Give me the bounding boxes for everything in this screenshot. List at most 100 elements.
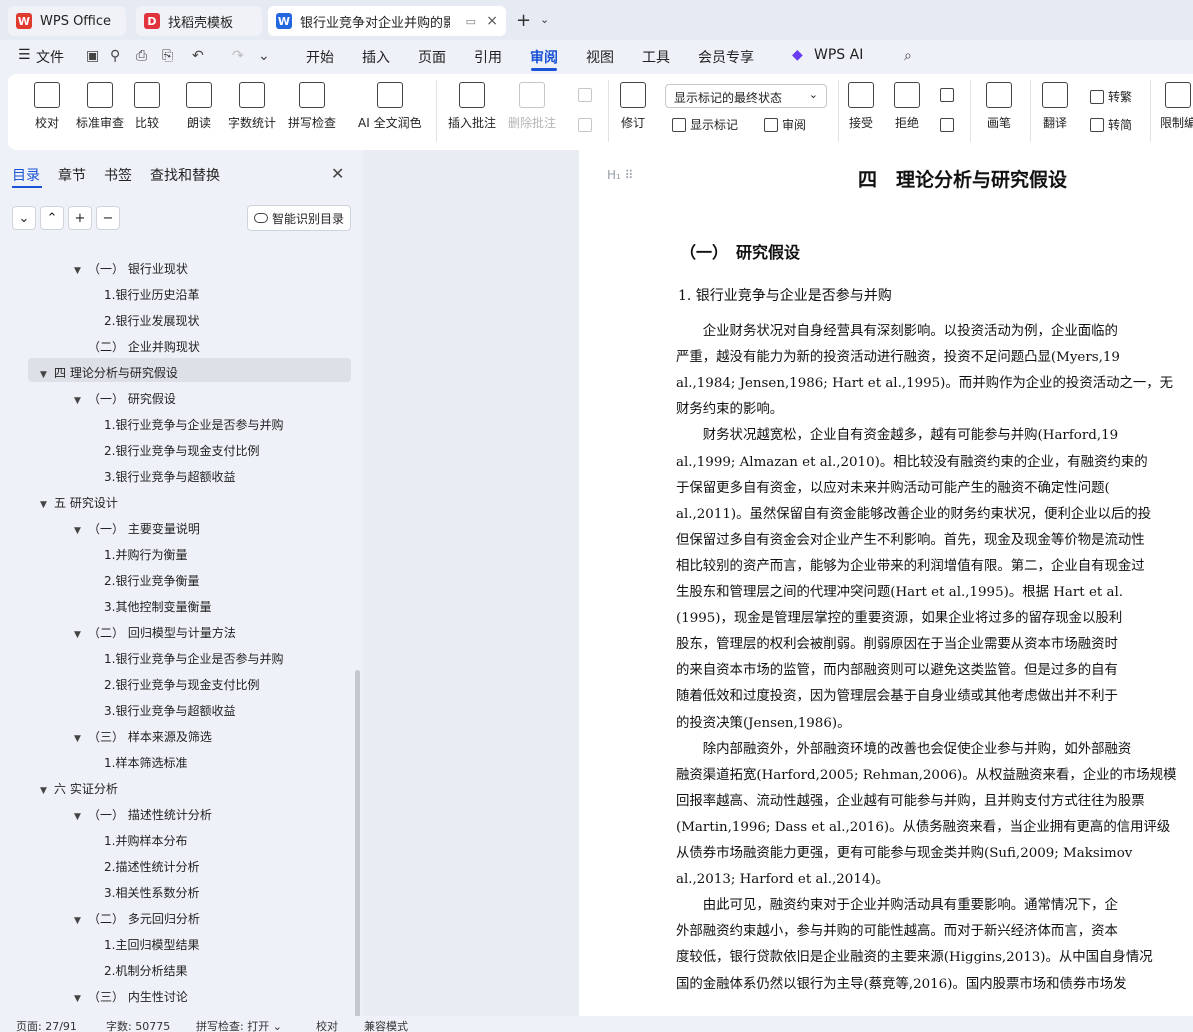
toc-item[interactable]: ▼ （一） 主要变量说明 [74,520,200,537]
toc-scrollbar[interactable] [355,670,360,1032]
toc-item[interactable]: ▼ 六 实证分析 [40,780,118,797]
expand-arrow-icon[interactable]: ▼ [74,994,88,1004]
hamburger-icon[interactable]: ☰ [18,47,31,63]
toc-item[interactable]: 1.银行业竞争与企业是否参与并购 [104,650,283,667]
tab-document[interactable]: W 银行业竞争对企业并购的影响 ▭ × [268,6,506,36]
undo-icon[interactable]: ↶ [192,48,204,64]
toc-item[interactable]: ▼ （二） 多元回归分析 [74,910,200,927]
delete-comment-button[interactable]: 删除批注 [508,82,556,131]
prev-change-button[interactable] [940,88,958,102]
prev-comment-button[interactable] [578,88,596,102]
collapse-all-button[interactable]: ⌄ [12,206,36,230]
toc-item[interactable]: ▼ （一） 银行业现状 [74,260,188,277]
smart-toc-button[interactable]: 智能识别目录 [247,205,351,231]
spell-check-status[interactable]: 拼写检查: 打开 ⌄ [196,1018,282,1032]
monitor-icon[interactable]: ▭ [466,15,476,28]
expand-arrow-icon[interactable]: ▼ [74,812,88,822]
expand-up-button[interactable]: ⌃ [40,206,64,230]
standard-review-button[interactable]: 标准审查 [76,82,124,131]
toc-item[interactable]: 1.银行业历史沿革 [104,286,199,303]
expand-arrow-icon[interactable]: ▼ [40,786,54,796]
search-icon[interactable]: ⌕ [904,48,912,64]
toc-item[interactable]: 2.描述性统计分析 [104,858,199,875]
menu-wps-ai[interactable]: WPS AI [814,47,863,63]
tab-wps-office[interactable]: W WPS Office [8,6,126,36]
toc-item[interactable]: 2.银行业竞争与现金支付比例 [104,676,259,693]
toc-item[interactable]: ▼ （三） 内生性讨论 [74,988,188,1005]
ai-polish-button[interactable]: AI 全文润色 [358,82,422,131]
menu-file[interactable]: 文件 [36,47,64,67]
toc-item[interactable]: 1.并购样本分布 [104,832,187,849]
toc-item[interactable]: ▼ 五 研究设计 [40,494,118,511]
toc-item[interactable]: 2.银行业竞争与现金支付比例 [104,442,259,459]
read-aloud-button[interactable]: 朗读 [186,82,212,131]
proofread-button[interactable]: 校对 [34,82,60,131]
restrict-editing-button[interactable]: 限制编 [1160,82,1193,131]
expand-arrow-icon[interactable]: ▼ [74,734,88,744]
toc-item[interactable]: ▼ （三） 样本来源及筛选 [74,728,212,745]
menu-review[interactable]: 审阅 [530,47,558,67]
translate-button[interactable]: 翻译 [1042,82,1068,131]
toc-item[interactable]: 1.主回归模型结果 [104,936,199,953]
menu-tools[interactable]: 工具 [642,47,670,67]
expand-arrow-icon[interactable]: ▼ [40,500,54,510]
more-chevron-icon[interactable]: ⌄ [258,48,270,64]
toc-item[interactable]: 1.并购行为衡量 [104,546,187,563]
new-tab-button[interactable]: + [516,10,531,31]
word-count-indicator[interactable]: 字数: 50775 [106,1018,170,1032]
toc-item[interactable]: 3.银行业竞争与超额收益 [104,468,235,485]
pen-button[interactable]: 画笔 [986,82,1012,131]
accept-button[interactable]: 接受 [848,82,874,131]
add-heading-button[interactable]: + [68,206,92,230]
menu-insert[interactable]: 插入 [362,47,390,67]
spell-check-button[interactable]: 拼写检查 [288,82,336,131]
toc-item[interactable]: 1.样本筛选标准 [104,754,187,771]
show-markup-button[interactable]: 显示标记 [672,116,738,133]
redo-icon[interactable]: ↷ [232,48,244,64]
remove-heading-button[interactable]: − [96,206,120,230]
chevron-down-icon[interactable]: ⌄ [540,13,549,26]
close-tab-button[interactable]: × [486,13,498,29]
toc-item[interactable]: 2.银行业竞争衡量 [104,572,199,589]
nav-tab-sections[interactable]: 章节 [58,165,86,185]
word-count-button[interactable]: 字数统计 [228,82,276,131]
next-change-button[interactable] [940,118,958,132]
to-simplified-button[interactable]: 转简 [1090,116,1132,133]
link-icon[interactable]: ⚲ [110,48,120,64]
toc-item[interactable]: 1.银行业竞争与企业是否参与并购 [104,416,283,433]
expand-arrow-icon[interactable]: ▼ [40,370,54,380]
menu-member[interactable]: 会员专享 [698,47,754,67]
to-traditional-button[interactable]: 转繁 [1090,88,1132,105]
menu-page[interactable]: 页面 [418,47,446,67]
nav-tab-toc[interactable]: 目录 [12,165,40,185]
print-preview-icon[interactable]: ⎘ [162,48,173,64]
expand-arrow-icon[interactable]: ▼ [74,266,88,276]
proofread-status[interactable]: 校对 [316,1018,338,1032]
expand-arrow-icon[interactable]: ▼ [74,526,88,536]
heading-handle-icon[interactable]: H₁ ⠿ [607,168,633,182]
toc-item[interactable]: ▼ （一） 描述性统计分析 [74,806,212,823]
compare-button[interactable]: 比较 [134,82,160,131]
revise-button[interactable]: 修订 [620,82,646,131]
toc-item[interactable]: 2.机制分析结果 [104,962,187,979]
expand-arrow-icon[interactable]: ▼ [74,630,88,640]
menu-references[interactable]: 引用 [474,47,502,67]
insert-comment-button[interactable]: 插入批注 [448,82,496,131]
toc-item[interactable]: 3.银行业竞争与超额收益 [104,702,235,719]
toc-item[interactable]: ▼ （二） 回归模型与计量方法 [74,624,236,641]
toc-item[interactable]: 2.银行业发展现状 [104,312,199,329]
menu-home[interactable]: 开始 [306,47,334,67]
tab-docer-templates[interactable]: D 找稻壳模板 [136,6,262,36]
reject-button[interactable]: 拒绝 [894,82,920,131]
markup-mode-select[interactable]: 显示标记的最终状态 ⌄ [665,84,827,108]
expand-arrow-icon[interactable]: ▼ [74,916,88,926]
next-comment-button[interactable] [578,118,596,132]
expand-arrow-icon[interactable]: ▼ [74,396,88,406]
nav-tab-find-replace[interactable]: 查找和替换 [150,165,220,185]
print-icon[interactable]: ⎙ [136,48,147,64]
close-icon[interactable]: ✕ [331,164,344,183]
save-icon[interactable]: ▣ [86,48,99,64]
menu-view[interactable]: 视图 [586,47,614,67]
page-indicator[interactable]: 页面: 27/91 [16,1018,77,1032]
toc-item[interactable]: （二） 企业并购现状 [88,338,200,355]
